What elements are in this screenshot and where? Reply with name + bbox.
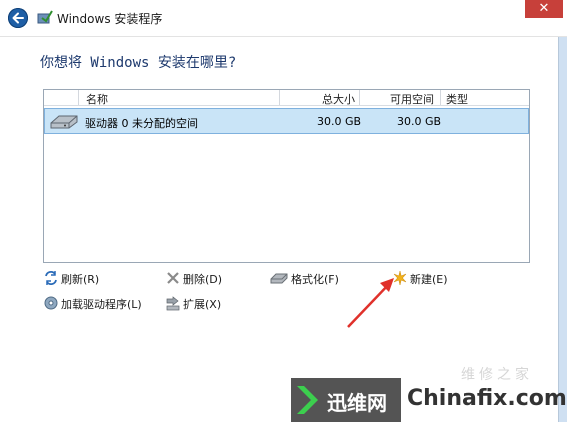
extend-icon [166, 296, 180, 311]
watermark-right-panel: 维修之家 Chinafix.com [401, 367, 567, 422]
back-button[interactable] [8, 8, 28, 28]
column-header-name[interactable]: 名称 [86, 91, 108, 107]
watermark-cn-text: 迅维网 [327, 391, 387, 415]
refresh-label: 刷新(R) [61, 273, 100, 286]
close-button[interactable]: ✕ [525, 0, 563, 18]
format-label: 格式化(F) [291, 273, 339, 286]
column-header-type[interactable]: 类型 [446, 91, 468, 107]
refresh-icon [45, 271, 57, 285]
load-driver-label: 加载驱动程序(L) [61, 298, 142, 311]
back-arrow-icon [12, 12, 24, 24]
watermark-left-panel: 迅维网 [291, 378, 401, 422]
window-title: Windows 安装程序 [57, 12, 163, 26]
setup-icon [37, 10, 53, 24]
load-driver-icon [44, 296, 58, 310]
watermark-en-text: Chinafix.com [407, 386, 567, 411]
delete-x-icon [167, 272, 179, 284]
chevron-logo-icon [297, 386, 318, 414]
watermark-faint-text: 维修之家 [461, 367, 533, 383]
new-label: 新建(E) [410, 273, 448, 286]
disk-total-size: 30.0 GB [317, 115, 362, 128]
column-separator [440, 90, 441, 105]
annotation-arrow [347, 278, 394, 328]
delete-label: 删除(D) [183, 273, 223, 286]
format-disk-icon [270, 273, 288, 284]
watermark: 迅维网 维修之家 Chinafix.com [291, 367, 567, 422]
column-separator [359, 90, 360, 105]
hard-disk-icon [50, 115, 78, 129]
column-header-total[interactable]: 总大小 [322, 91, 355, 107]
list-header: 名称 总大小 可用空间 类型 [44, 90, 529, 106]
disk-list[interactable]: 名称 总大小 可用空间 类型 驱动器 0 未分配的空间 30.0 GB 30.0… [43, 89, 530, 263]
extend-label: 扩展(X) [183, 298, 222, 311]
column-separator [279, 90, 280, 105]
column-header-free[interactable]: 可用空间 [390, 91, 434, 107]
window-edge [558, 37, 567, 422]
disk-free-space: 30.0 GB [397, 115, 442, 128]
column-separator [78, 90, 79, 105]
table-row[interactable]: 驱动器 0 未分配的空间 30.0 GB 30.0 GB [44, 108, 529, 134]
page-heading: 你想将 Windows 安装在哪里? [40, 55, 237, 71]
disk-name: 驱动器 0 未分配的空间 [85, 117, 198, 130]
title-bar: Windows 安装程序 ✕ [0, 0, 567, 37]
